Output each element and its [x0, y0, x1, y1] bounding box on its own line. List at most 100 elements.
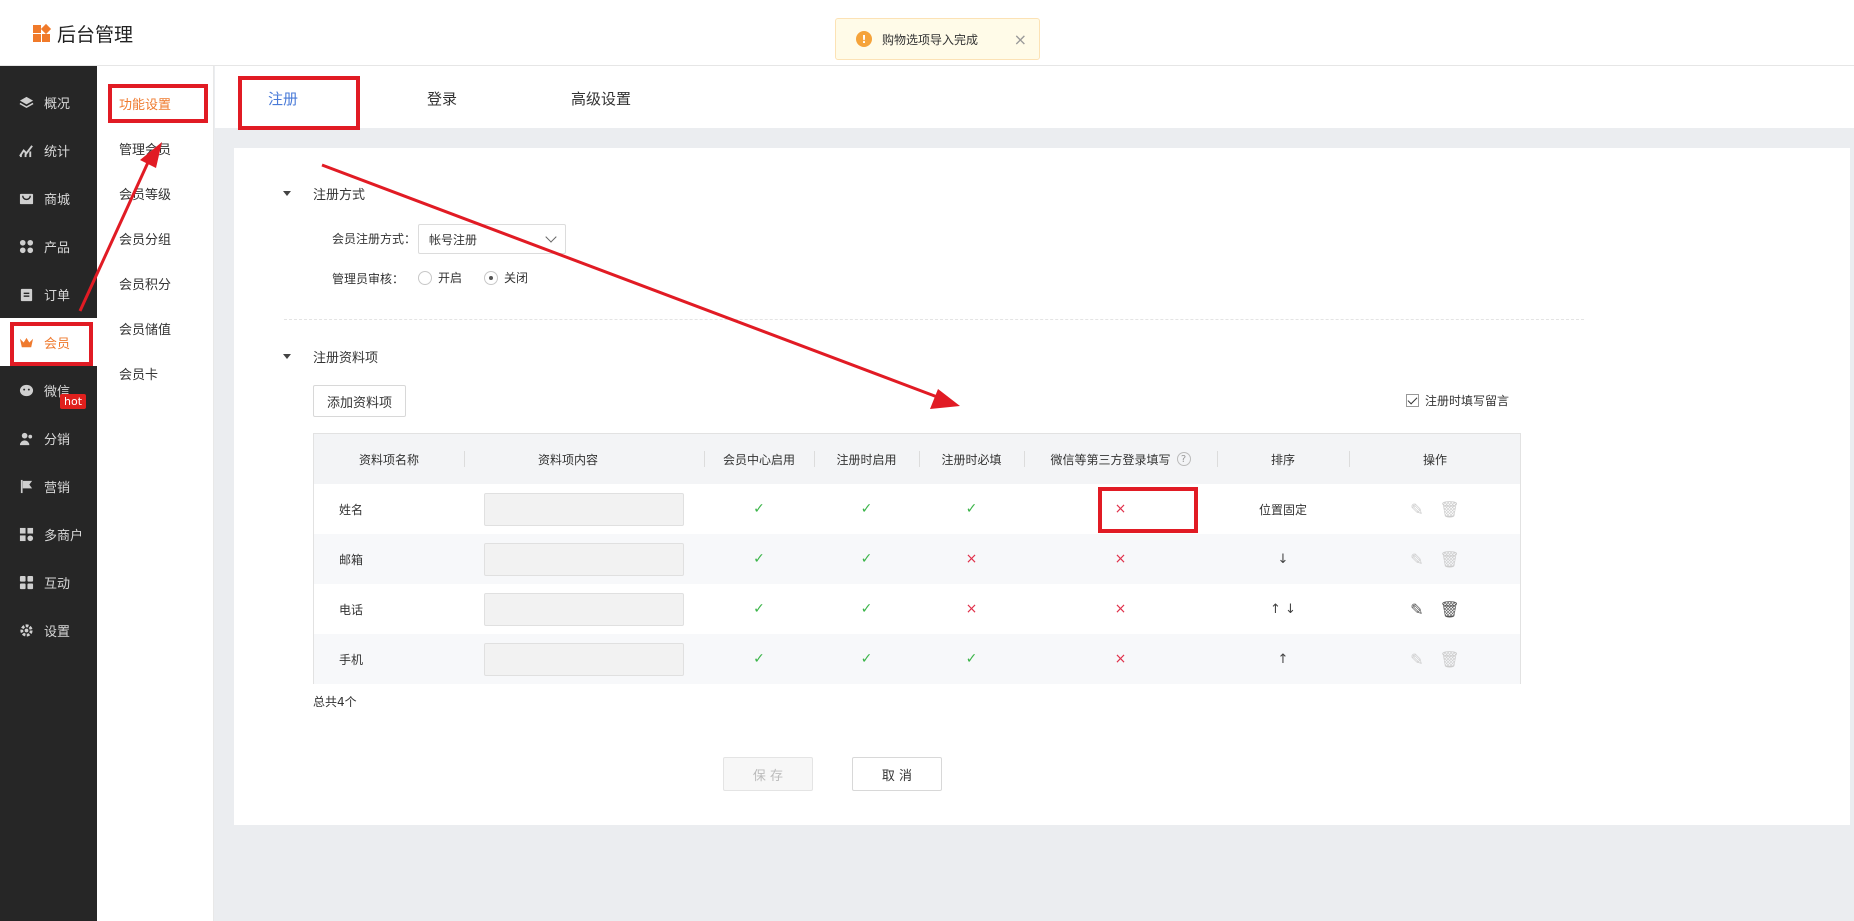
puzzle-icon — [18, 574, 34, 590]
sidebar-item-label: 营销 — [44, 480, 71, 496]
section-title-reg-method: 注册方式 — [313, 188, 366, 203]
item-content-input[interactable] — [484, 542, 684, 576]
check-icon[interactable]: ✓ — [814, 634, 919, 684]
subnav-member-levels[interactable]: 会员等级 — [119, 184, 171, 203]
audit-radio-off[interactable]: 关闭 — [484, 269, 528, 286]
chevron-down-icon — [545, 231, 557, 243]
trash-icon[interactable]: 🗑 — [1440, 600, 1460, 619]
subnav-member-card[interactable]: 会员卡 — [119, 364, 158, 383]
subnav-member-balance[interactable]: 会员储值 — [119, 319, 171, 338]
row-actions: ✎ 🗑 — [1349, 484, 1521, 534]
help-icon[interactable]: ? — [1176, 452, 1191, 466]
sort-arrows[interactable]: ↑ — [1217, 634, 1349, 684]
item-content-cell — [464, 584, 704, 634]
col-header: 操作 — [1422, 452, 1447, 467]
cancel-button[interactable]: 取 消 — [852, 757, 942, 791]
edit-icon[interactable]: ✎ — [1410, 600, 1423, 619]
subnav-member-groups[interactable]: 会员分组 — [119, 229, 171, 248]
app-title: 后台管理 — [57, 24, 134, 46]
check-icon[interactable]: ✓ — [704, 534, 814, 584]
item-content-input[interactable] — [484, 592, 684, 626]
collapse-caret-icon[interactable] — [283, 354, 291, 359]
sidebar-item-multi-merchant[interactable]: 多商户 — [0, 510, 97, 558]
sidebar-item-orders[interactable]: 订单 — [0, 270, 97, 318]
trash-icon[interactable]: 🗑 — [1440, 550, 1460, 569]
check-icon[interactable]: ✓ — [704, 634, 814, 684]
sidebar-item-products[interactable]: 产品 — [0, 222, 97, 270]
check-icon[interactable]: ✓ — [814, 584, 919, 634]
cross-icon[interactable]: × — [919, 534, 1024, 584]
cross-icon[interactable]: × — [1024, 634, 1217, 684]
subnav-feature-settings[interactable]: 功能设置 — [119, 94, 171, 113]
sidebar-item-settings[interactable]: 设置 — [0, 606, 97, 654]
trash-icon[interactable]: 🗑 — [1440, 500, 1460, 519]
col-header: 注册时必填 — [941, 452, 1002, 467]
sidebar-item-label: 设置 — [44, 624, 71, 640]
reg-method-select[interactable]: 帐号注册 — [418, 224, 566, 254]
toast-message: 购物选项导入完成 — [882, 32, 979, 47]
item-name: 姓名 — [339, 502, 364, 517]
sidebar-item-marketing[interactable]: 营销 — [0, 462, 97, 510]
sidebar-item-distribution[interactable]: 分销 — [0, 414, 97, 462]
flag-icon — [18, 478, 34, 494]
cross-icon[interactable]: × — [1024, 534, 1217, 584]
section-divider — [284, 319, 1584, 320]
item-content-cell — [464, 634, 704, 684]
check-icon[interactable]: ✓ — [704, 484, 814, 534]
sidebar-item-stats[interactable]: 统计 — [0, 126, 97, 174]
check-icon[interactable]: ✓ — [704, 584, 814, 634]
cross-icon[interactable]: × — [1024, 484, 1217, 534]
audit-radio-on[interactable]: 开启 — [418, 269, 462, 286]
sort-arrows[interactable]: ↓ — [1217, 534, 1349, 584]
tab-login[interactable]: 登录 — [427, 88, 457, 109]
sub-sidebar: 功能设置 管理会员 会员等级 会员分组 会员积分 会员储值 会员卡 — [97, 66, 214, 921]
checkbox-checked-icon — [1406, 394, 1419, 407]
reg-method-value: 帐号注册 — [429, 232, 478, 247]
close-icon[interactable]: × — [1014, 30, 1027, 49]
sidebar-item-interaction[interactable]: 互动 — [0, 558, 97, 606]
subnav-manage-members[interactable]: 管理会员 — [119, 139, 171, 158]
app-logo[interactable]: 后台管理 — [32, 20, 133, 47]
save-button[interactable]: 保 存 — [723, 757, 813, 791]
cross-icon[interactable]: × — [919, 584, 1024, 634]
check-icon[interactable]: ✓ — [919, 484, 1024, 534]
admin-audit-label: 管理员审核： — [331, 272, 404, 286]
row-actions: ✎ 🗑 — [1349, 634, 1521, 684]
sidebar-item-label: 概况 — [44, 96, 71, 112]
table-row: 手机 ✓ ✓ ✓ × ↑ ✎ 🗑 — [314, 634, 1520, 684]
section-title-reg-items: 注册资料项 — [313, 351, 379, 366]
table-row: 电话 ✓ ✓ × × ↑ ↓ ✎ 🗑 — [314, 584, 1520, 634]
radio-label: 开启 — [438, 271, 463, 285]
subnav-member-points[interactable]: 会员积分 — [119, 274, 171, 293]
check-icon[interactable]: ✓ — [814, 484, 919, 534]
memo-checkbox[interactable]: 注册时填写留言 — [1406, 392, 1509, 409]
edit-icon[interactable]: ✎ — [1410, 550, 1423, 569]
sidebar-item-label: 多商户 — [44, 528, 84, 544]
item-name: 邮箱 — [339, 552, 364, 567]
add-item-button[interactable]: 添加资料项 — [313, 385, 406, 417]
sidebar-item-mall[interactable]: 商城 — [0, 174, 97, 222]
tab-advanced[interactable]: 高级设置 — [571, 88, 631, 109]
wechat-icon — [18, 382, 34, 398]
sort-fixed-label: 位置固定 — [1258, 502, 1307, 517]
item-content-input[interactable] — [484, 492, 684, 526]
tab-register[interactable]: 注册 — [268, 88, 298, 109]
reg-items-table: 资料项名称 资料项内容 会员中心启用 注册时启用 注册时必填 微信等第三方登录填… — [313, 433, 1521, 684]
sort-arrows[interactable]: ↑ ↓ — [1217, 584, 1349, 634]
item-content-cell — [464, 534, 704, 584]
sidebar-item-overview[interactable]: 概况 — [0, 78, 97, 126]
item-name: 电话 — [339, 602, 364, 617]
item-content-input[interactable] — [484, 642, 684, 676]
trash-icon[interactable]: 🗑 — [1440, 650, 1460, 669]
sidebar-item-members[interactable]: 会员 — [0, 318, 97, 366]
grid-icon — [18, 238, 34, 254]
edit-icon[interactable]: ✎ — [1410, 650, 1423, 669]
cross-icon[interactable]: × — [1024, 584, 1217, 634]
clipboard-icon — [18, 286, 34, 302]
check-icon[interactable]: ✓ — [814, 534, 919, 584]
item-name: 手机 — [339, 652, 364, 667]
edit-icon[interactable]: ✎ — [1410, 500, 1423, 519]
store-icon — [18, 526, 34, 542]
collapse-caret-icon[interactable] — [283, 191, 291, 196]
check-icon[interactable]: ✓ — [919, 634, 1024, 684]
